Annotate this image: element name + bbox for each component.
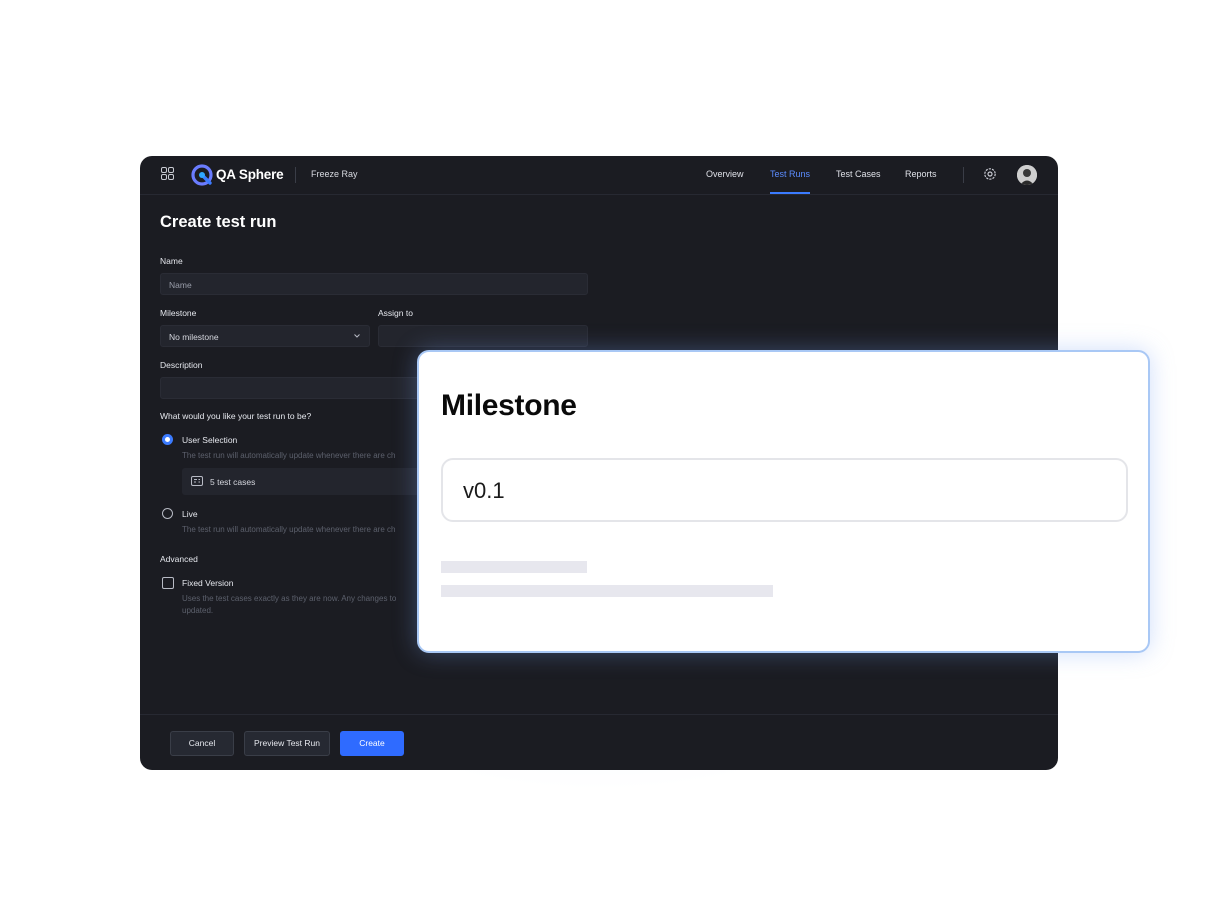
nav-overview[interactable]: Overview xyxy=(706,169,744,179)
live-label: Live xyxy=(182,509,198,519)
selected-test-cases[interactable]: 5 test cases xyxy=(182,468,432,495)
name-label: Name xyxy=(160,256,183,266)
radio-live[interactable] xyxy=(162,508,173,519)
milestone-value-field[interactable]: v0.1 xyxy=(441,458,1128,522)
fixed-version-label: Fixed Version xyxy=(182,578,234,588)
milestone-select-value: No milestone xyxy=(169,332,219,342)
skeleton-line-short xyxy=(441,561,587,573)
callout-title: Milestone xyxy=(441,389,577,422)
chevron-down-icon xyxy=(354,334,360,338)
milestone-label: Milestone xyxy=(160,308,197,318)
name-input[interactable]: Name xyxy=(160,273,588,295)
test-cases-icon xyxy=(191,476,203,486)
fixed-version-checkbox[interactable] xyxy=(162,577,174,589)
cancel-button[interactable]: Cancel xyxy=(170,731,234,756)
test-cases-count: 5 test cases xyxy=(210,477,256,487)
apps-grid-icon[interactable] xyxy=(161,167,175,181)
active-nav-indicator xyxy=(770,192,810,194)
nav-test-runs[interactable]: Test Runs xyxy=(770,169,810,179)
advanced-section-title: Advanced xyxy=(160,554,198,564)
form-footer: Cancel Preview Test Run Create xyxy=(140,714,1058,770)
milestone-select[interactable]: No milestone xyxy=(160,325,370,347)
live-description: The test run will automatically update w… xyxy=(182,525,396,534)
brand-name: QA Sphere xyxy=(216,167,284,182)
qa-sphere-logo-icon xyxy=(191,164,213,186)
run-type-question: What would you like your test run to be? xyxy=(160,411,312,421)
fixed-version-description-cont: updated. xyxy=(182,606,214,615)
description-label: Description xyxy=(160,360,203,370)
fixed-version-description: Uses the test cases exactly as they are … xyxy=(182,594,397,603)
create-button[interactable]: Create xyxy=(340,731,404,756)
user-selection-label: User Selection xyxy=(182,435,238,445)
assign-to-label: Assign to xyxy=(378,308,413,318)
nav-reports[interactable]: Reports xyxy=(905,169,937,179)
brand-divider xyxy=(295,167,296,183)
preview-test-run-button[interactable]: Preview Test Run xyxy=(244,731,330,756)
assign-to-input[interactable] xyxy=(378,325,588,347)
gear-icon[interactable] xyxy=(983,167,997,181)
radio-user-selection[interactable] xyxy=(162,434,173,445)
page-title: Create test run xyxy=(160,213,277,231)
user-selection-description: The test run will automatically update w… xyxy=(182,451,396,460)
project-name[interactable]: Freeze Ray xyxy=(311,169,358,179)
nav-divider xyxy=(963,167,964,183)
skeleton-line-long xyxy=(441,585,773,597)
user-avatar[interactable] xyxy=(1017,165,1037,185)
top-navbar: QA Sphere Freeze Ray Overview Test Runs … xyxy=(140,156,1058,195)
milestone-callout-card: Milestone v0.1 xyxy=(417,350,1150,653)
nav-test-cases[interactable]: Test Cases xyxy=(836,169,881,179)
